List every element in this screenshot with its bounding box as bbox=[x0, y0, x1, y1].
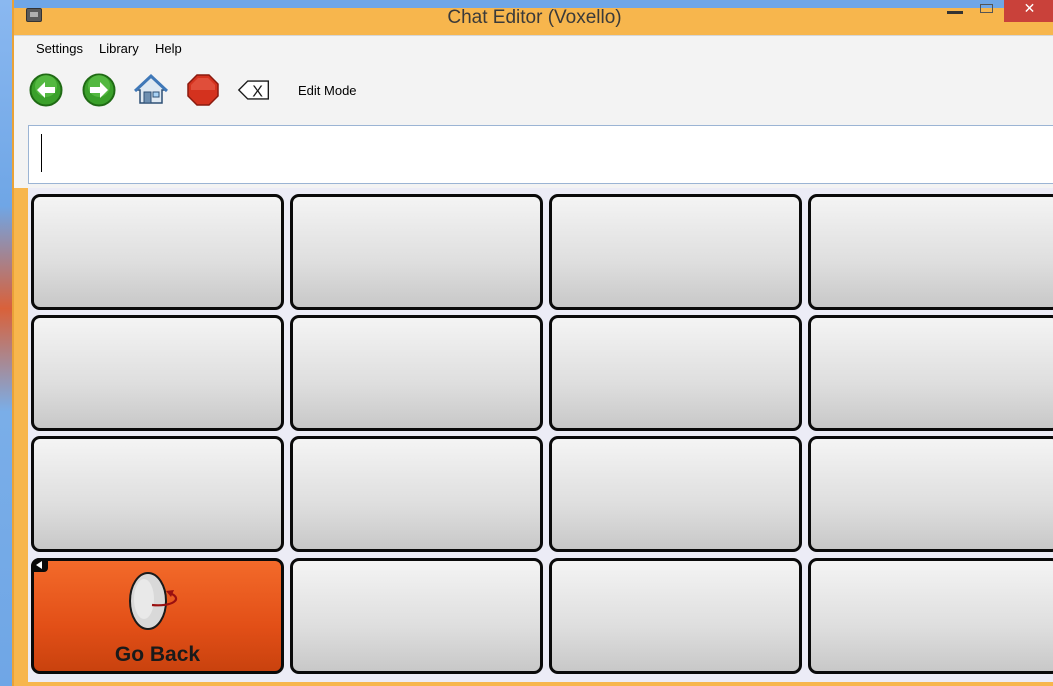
grid-cell-r2c1[interactable] bbox=[31, 315, 284, 431]
stop-icon[interactable] bbox=[186, 73, 220, 107]
message-area bbox=[14, 122, 1053, 188]
go-back-button[interactable]: Go Back bbox=[31, 558, 284, 674]
title-bar[interactable]: Chat Editor (Voxello) ✕ bbox=[14, 0, 1053, 35]
home-icon[interactable] bbox=[134, 73, 168, 107]
forward-arrow-icon[interactable] bbox=[82, 73, 116, 107]
grid-cell-r1c3[interactable] bbox=[549, 194, 802, 310]
grid-cell-r2c3[interactable] bbox=[549, 315, 802, 431]
grid-cell-r1c1[interactable] bbox=[31, 194, 284, 310]
menu-library[interactable]: Library bbox=[99, 41, 139, 56]
rotate-back-icon bbox=[129, 572, 178, 630]
toolbar: X Edit Mode bbox=[14, 62, 1053, 122]
grid-cell-r3c2[interactable] bbox=[290, 436, 543, 552]
app-window: Chat Editor (Voxello) ✕ Settings Library… bbox=[12, 0, 1053, 686]
close-button[interactable]: ✕ bbox=[1004, 0, 1053, 22]
grid-cell-r3c3[interactable] bbox=[549, 436, 802, 552]
menu-help[interactable]: Help bbox=[155, 41, 182, 56]
backspace-clear-icon[interactable]: X bbox=[237, 73, 271, 107]
edit-mode-toggle[interactable]: Edit Mode bbox=[298, 83, 357, 98]
maximize-button[interactable] bbox=[980, 4, 993, 13]
menu-bar: Settings Library Help bbox=[14, 35, 1053, 62]
grid-cell-r2c4[interactable] bbox=[808, 315, 1053, 431]
go-back-label: Go Back bbox=[114, 643, 201, 666]
button-grid: Go Back bbox=[28, 188, 1053, 682]
grid-cell-r3c1[interactable] bbox=[31, 436, 284, 552]
grid-cell-r3c4[interactable] bbox=[808, 436, 1053, 552]
text-caret bbox=[41, 134, 42, 172]
grid-cell-r4c2[interactable] bbox=[290, 558, 543, 674]
grid-cell-r1c4[interactable] bbox=[808, 194, 1053, 310]
grid-cell-r1c2[interactable] bbox=[290, 194, 543, 310]
back-arrow-icon[interactable] bbox=[29, 73, 63, 107]
desktop-background bbox=[0, 0, 12, 686]
grid-cell-r4c4[interactable] bbox=[808, 558, 1053, 674]
grid-cell-r2c2[interactable] bbox=[290, 315, 543, 431]
clear-glyph: X bbox=[252, 82, 263, 100]
minimize-button[interactable] bbox=[947, 11, 963, 14]
corner-marker-icon bbox=[31, 558, 48, 572]
message-input[interactable] bbox=[28, 125, 1053, 184]
grid-cell-r4c3[interactable] bbox=[549, 558, 802, 674]
window-title: Chat Editor (Voxello) bbox=[447, 7, 622, 28]
menu-settings[interactable]: Settings bbox=[36, 41, 83, 56]
